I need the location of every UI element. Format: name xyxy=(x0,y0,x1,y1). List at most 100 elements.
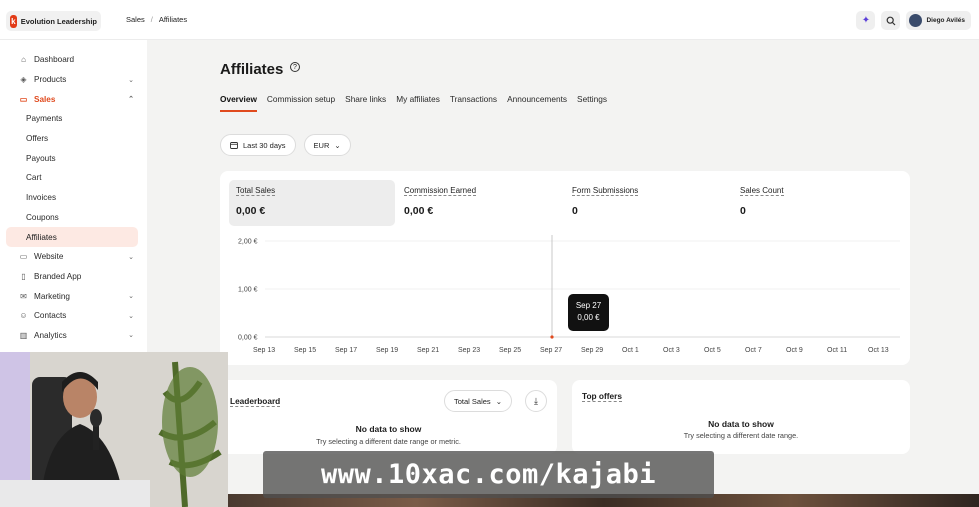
home-icon: ⌂ xyxy=(21,55,26,65)
chevron-down-icon: ⌄ xyxy=(128,312,134,320)
top-offers-empty-subtitle: Try selecting a different date range. xyxy=(683,431,799,440)
user-menu-button[interactable]: Diego Avilés xyxy=(906,11,971,30)
metric-commission-earned[interactable]: Commission Earned 0,00 € xyxy=(397,180,563,226)
x-tick-label: Sep 17 xyxy=(335,347,357,354)
sidebar-item-label: Offers xyxy=(26,134,49,144)
metric-value: 0,00 € xyxy=(404,205,434,217)
top-offers-card: Top offers No data to show Try selecting… xyxy=(572,380,910,454)
sidebar-item-label: Invoices xyxy=(26,193,57,203)
user-name: Diego Avilés xyxy=(926,17,965,24)
tab-my-affiliates[interactable]: My affiliates xyxy=(396,94,440,112)
tab-announcements[interactable]: Announcements xyxy=(507,94,567,112)
people-icon: ☺ xyxy=(19,311,28,321)
sidebar-item-branded-app[interactable]: ▯ Branded App xyxy=(6,267,138,287)
brand-logo: k xyxy=(10,14,17,28)
sidebar-item-label: Branded App xyxy=(34,271,82,281)
metric-label: Total Sales xyxy=(236,186,276,196)
leaderboard-title: Leaderboard xyxy=(230,396,281,407)
sidebar-item-label: Marketing xyxy=(34,291,70,301)
x-tick-label: Oct 3 xyxy=(663,347,680,354)
sidebar-item-website[interactable]: ▭ Website ⌄ xyxy=(6,247,138,267)
data-point[interactable] xyxy=(550,335,554,339)
x-tick-label: Sep 15 xyxy=(294,347,316,354)
sidebar-item-label: Products xyxy=(34,75,67,85)
search-button[interactable] xyxy=(881,11,901,30)
breadcrumb-sales[interactable]: Sales xyxy=(126,15,145,24)
sidebar-item-invoices[interactable]: Invoices xyxy=(6,188,138,208)
box-icon: ◈ xyxy=(20,75,27,85)
leaderboard-empty-title: No data to show xyxy=(355,424,422,434)
date-range-label: Last 30 days xyxy=(243,140,286,150)
y-tick-label: 2,00 € xyxy=(238,239,258,246)
sidebar-item-label: Sales xyxy=(34,94,56,104)
help-icon[interactable]: ? xyxy=(290,62,300,72)
tab-bar: Overview Commission setup Share links My… xyxy=(220,94,607,112)
tab-settings[interactable]: Settings xyxy=(577,94,607,112)
metric-form-submissions[interactable]: Form Submissions 0 xyxy=(565,180,731,226)
card-icon: ▭ xyxy=(19,94,28,104)
sidebar-item-dashboard[interactable]: ⌂ Dashboard xyxy=(6,50,138,70)
monitor-icon: ▭ xyxy=(19,252,28,262)
brand-switcher[interactable]: k Evolution Leadership xyxy=(6,11,101,31)
url-banner: www.10xac.com/kajabi xyxy=(263,451,714,498)
tab-overview[interactable]: Overview xyxy=(220,94,257,112)
sidebar-item-offers[interactable]: Offers xyxy=(6,129,138,149)
x-tick-label: Oct 11 xyxy=(827,347,847,354)
metric-value: 0,00 € xyxy=(236,205,266,217)
sidebar-item-contacts[interactable]: ☺ Contacts ⌄ xyxy=(6,306,138,326)
sidebar-item-coupons[interactable]: Coupons xyxy=(6,208,138,228)
download-button[interactable]: ⤓ xyxy=(525,390,547,412)
metric-label: Form Submissions xyxy=(572,186,639,196)
top-offers-title: Top offers xyxy=(582,391,622,402)
sidebar-item-payouts[interactable]: Payouts xyxy=(6,148,138,168)
main-content: Affiliates ? Overview Commission setup S… xyxy=(147,40,979,507)
x-tick-label: Oct 13 xyxy=(868,347,889,354)
date-range-button[interactable]: Last 30 days xyxy=(220,134,296,156)
metric-label: Sales Count xyxy=(740,186,784,196)
search-icon xyxy=(886,16,896,25)
metric-value: 0 xyxy=(572,205,578,217)
chevron-down-icon: ⌄ xyxy=(128,253,134,261)
leaderboard-metric-select[interactable]: Total Sales ⌄ xyxy=(444,390,512,412)
x-tick-label: Sep 25 xyxy=(499,347,521,354)
x-tick-label: Sep 21 xyxy=(417,347,439,354)
brand-name: Evolution Leadership xyxy=(20,16,97,26)
download-icon: ⤓ xyxy=(534,395,538,406)
leaderboard-empty-subtitle: Try selecting a different date range or … xyxy=(316,437,461,446)
y-tick-label: 1,00 € xyxy=(238,287,258,294)
metric-total-sales[interactable]: Total Sales 0,00 € xyxy=(229,180,395,226)
top-actions: ✦ Diego Avilés xyxy=(856,11,971,30)
tab-commission-setup[interactable]: Commission setup xyxy=(267,94,335,112)
phone-icon: ▯ xyxy=(21,271,26,281)
x-tick-label: Oct 1 xyxy=(622,347,639,354)
top-offers-empty-title: No data to show xyxy=(708,419,774,429)
sidebar-item-label: Payments xyxy=(26,114,63,124)
magic-wand-button[interactable]: ✦ xyxy=(856,11,876,30)
sidebar-item-marketing[interactable]: ✉ Marketing ⌄ xyxy=(6,286,138,306)
webcam-overlay xyxy=(0,352,228,507)
sidebar-item-payments[interactable]: Payments xyxy=(6,109,138,129)
page-title: Affiliates xyxy=(220,61,284,78)
tooltip-value: 0,00 € xyxy=(577,313,600,322)
sidebar-item-cart[interactable]: Cart xyxy=(6,168,138,188)
sidebar-item-label: Cart xyxy=(26,173,42,183)
sidebar-item-products[interactable]: ◈ Products ⌄ xyxy=(6,70,138,90)
leaderboard-card: Leaderboard Total Sales ⌄ ⤓ No data to s… xyxy=(220,380,557,454)
chart-icon: ▥ xyxy=(19,330,28,340)
sidebar-item-label: Affiliates xyxy=(26,232,57,242)
chevron-down-icon: ⌄ xyxy=(128,76,134,84)
sidebar-item-label: Analytics xyxy=(34,330,67,340)
sidebar-item-affiliates[interactable]: Affiliates xyxy=(6,227,138,247)
x-tick-label: Sep 29 xyxy=(581,347,603,354)
top-bar: k Evolution Leadership Sales / Affiliate… xyxy=(0,0,979,40)
sidebar-item-label: Payouts xyxy=(26,153,56,163)
tab-share-links[interactable]: Share links xyxy=(345,94,386,112)
sidebar-item-label: Coupons xyxy=(26,212,59,222)
sidebar-item-sales[interactable]: ▭ Sales ⌃ xyxy=(6,89,138,109)
y-tick-label: 0,00 € xyxy=(238,335,258,342)
currency-select[interactable]: EUR ⌄ xyxy=(303,134,351,156)
calendar-icon xyxy=(230,142,238,149)
tab-transactions[interactable]: Transactions xyxy=(450,94,497,112)
metric-sales-count[interactable]: Sales Count 0 xyxy=(733,180,899,226)
sidebar-item-analytics[interactable]: ▥ Analytics ⌄ xyxy=(6,326,138,346)
